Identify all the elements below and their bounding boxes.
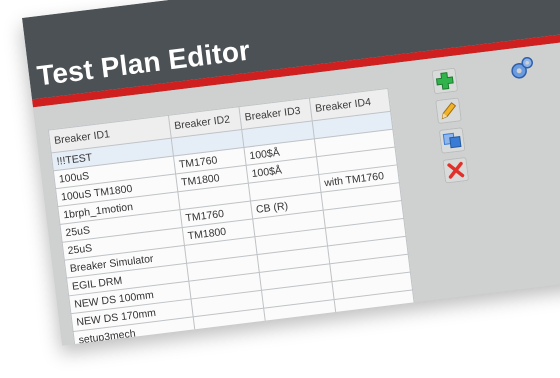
delete-button[interactable] — [442, 156, 470, 184]
copy-button[interactable] — [438, 127, 466, 154]
add-button[interactable] — [431, 67, 459, 95]
settings-button[interactable] — [506, 53, 538, 86]
x-icon — [447, 161, 465, 179]
gears-icon — [511, 57, 533, 79]
pencil-icon — [441, 102, 457, 120]
table-body: !!!TEST 100uS TM1760 100$Å 100uS TM1800 TM180… — [51, 111, 415, 346]
test-plan-table: Breaker ID1 Breaker ID2 Breaker ID3 Brea… — [47, 87, 416, 346]
copy-icon — [442, 132, 462, 149]
plus-icon — [435, 72, 454, 90]
edit-button[interactable] — [435, 97, 462, 125]
test-plan-editor-window: Test Plan Editor Breaker ID1 Breaker ID2… — [22, 0, 560, 346]
